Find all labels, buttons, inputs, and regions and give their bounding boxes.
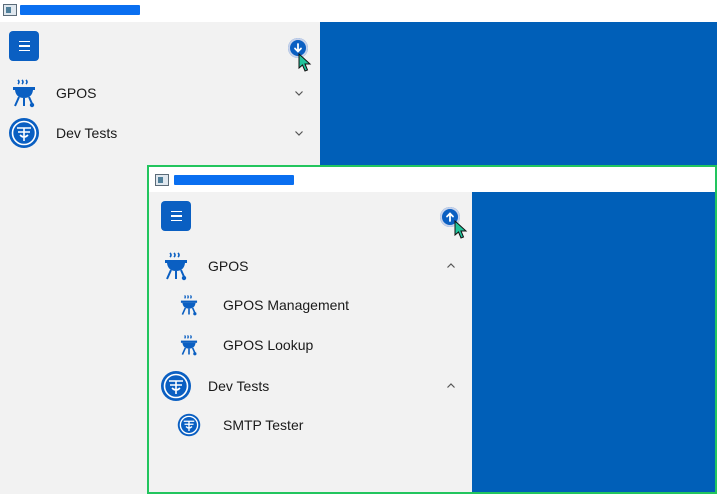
nav-subitem-label: GPOS Lookup [223,337,314,353]
nav-item-label: GPOS [56,85,97,101]
chevron-down-icon [295,91,303,96]
nav-item-label: GPOS [208,258,249,274]
navigation-pane: GPOS GPOS Management GPOS Lookup Dev Tes… [149,192,472,492]
nav-item-label: Dev Tests [56,125,118,141]
nav-item-dev-tests[interactable]: Dev Tests [149,367,469,405]
mouse-cursor-icon [298,53,312,72]
hamburger-icon [18,39,30,53]
hamburger-menu-button[interactable] [9,31,39,61]
nav-subitem-smtp-tester[interactable]: SMTP Tester [149,406,469,444]
nav-item-gpos[interactable]: GPOS [0,74,320,112]
barbecue-grill-icon [8,77,40,109]
shield-logo-icon [8,117,40,149]
app-icon [3,4,17,16]
title-bar [0,0,717,22]
chevron-down-icon [295,131,303,136]
redacted-title [174,175,294,185]
content-area [472,192,715,492]
app-icon [155,174,169,186]
nav-item-label: Dev Tests [208,378,270,394]
nav-item-gpos[interactable]: GPOS [149,247,469,285]
barbecue-grill-icon [177,333,201,357]
shield-logo-icon [177,413,201,437]
chevron-up-icon [447,263,455,268]
hamburger-menu-button[interactable] [161,201,191,231]
hamburger-icon [170,209,182,223]
nav-subitem-label: SMTP Tester [223,417,304,433]
nav-subitem-label: GPOS Management [223,297,350,313]
barbecue-grill-icon [177,293,201,317]
chevron-up-icon [447,383,455,388]
main-window-expanded: GPOS GPOS Management GPOS Lookup Dev Tes… [147,165,717,494]
nav-subitem-gpos-management[interactable]: GPOS Management [149,286,469,324]
nav-item-dev-tests[interactable]: Dev Tests [0,114,320,152]
barbecue-grill-icon [160,250,192,282]
mouse-cursor-icon [454,220,468,239]
shield-logo-icon [160,370,192,402]
title-bar [149,167,715,189]
redacted-title [20,5,140,15]
nav-subitem-gpos-lookup[interactable]: GPOS Lookup [149,326,469,364]
